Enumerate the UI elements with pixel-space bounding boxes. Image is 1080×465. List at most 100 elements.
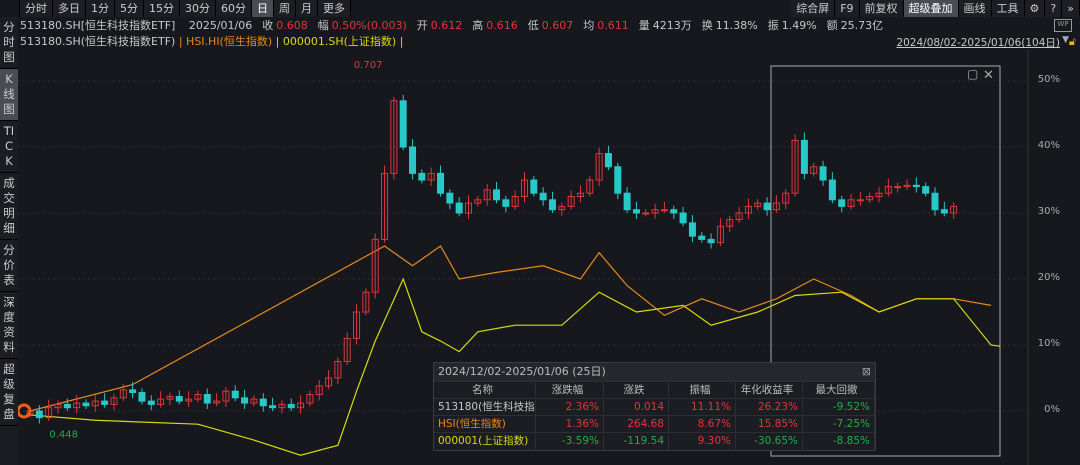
candle-body: [940, 209, 948, 214]
candle-body: [670, 209, 678, 214]
sidebar-tab-label: 成交明细: [3, 176, 15, 235]
candle-body: [147, 400, 155, 405]
high-label: 高: [472, 19, 484, 32]
sidebar-tab-kline[interactable]: K线图: [0, 69, 18, 121]
period-tab[interactable]: 多日: [53, 0, 86, 17]
period-tab[interactable]: 日: [252, 0, 274, 17]
row-name: 513180(恒生科技指数: [434, 398, 536, 415]
cell-value: 264.68: [604, 415, 669, 432]
lock-icon[interactable]: 🔓︎: [1069, 35, 1076, 49]
close-icon[interactable]: ⊠: [862, 365, 871, 378]
candle-body: [894, 186, 902, 189]
sidebar-tab-replay[interactable]: 超级复盘: [0, 359, 18, 426]
period-tab[interactable]: 5分: [115, 0, 144, 17]
wp-icon[interactable]: WP: [1054, 19, 1072, 32]
candle-body: [82, 402, 90, 407]
period-tab[interactable]: 1分: [86, 0, 115, 17]
cell-value: 11.11%: [669, 398, 736, 415]
expand-icon[interactable]: »: [1062, 0, 1080, 17]
legend-main[interactable]: 513180.SH(恒生科技指数ETF): [20, 35, 175, 48]
cell-value: -7.25%: [803, 415, 875, 432]
low-label: 低: [527, 19, 539, 32]
sidebar-active-tab-label: K线图: [3, 72, 15, 116]
avg-value: 0.611: [597, 19, 629, 32]
sidebar-tab-price-table[interactable]: 分价表: [0, 240, 18, 292]
high-value: 0.616: [486, 19, 518, 32]
amplitude-value: 1.49%: [781, 19, 817, 32]
tool-button[interactable]: F9: [835, 0, 860, 17]
candle-body: [856, 199, 864, 202]
close-value: 0.608: [276, 19, 308, 32]
candle-body: [259, 398, 267, 407]
candle-body: [455, 202, 463, 214]
candle-body: [437, 172, 445, 194]
gear-icon[interactable]: ⚙: [1024, 0, 1046, 17]
min-price-label: 0.448: [49, 429, 78, 440]
tool-button[interactable]: 超级叠加: [903, 0, 959, 17]
tool-button[interactable]: 工具: [991, 0, 1025, 17]
legend-separator: |: [178, 35, 183, 48]
column-header[interactable]: 最大回撤: [803, 381, 875, 398]
candle-body: [101, 400, 109, 405]
period-toolbar: 分时 多日 1分 5分 15分 30分 60分日周月更多 综合屏 F9 前复权 超级叠加 画线 工具 ⚙…: [0, 0, 1080, 17]
candle-body: [623, 192, 631, 211]
close-selection-icon[interactable]: ✕: [983, 68, 994, 83]
sidebar-tab-label: 超级复盘: [3, 362, 15, 421]
column-header[interactable]: 涨跌: [604, 381, 669, 398]
amplitude-label: 振: [767, 19, 779, 32]
volume-label: 量: [638, 19, 650, 32]
maximize-icon[interactable]: ▢: [967, 67, 978, 81]
sidebar-tab-label: TICK: [3, 124, 15, 168]
period-tab[interactable]: 分时: [20, 0, 53, 17]
period-tab[interactable]: 30分: [180, 0, 216, 17]
cell-value: 26.23%: [736, 398, 803, 415]
date: 2025/01/06: [188, 19, 253, 32]
candle-body: [763, 202, 771, 211]
row-name: 000001(上证指数): [434, 432, 536, 449]
sidebar-tab-depth[interactable]: 深度资料: [0, 292, 18, 359]
cell-value: 0.014: [604, 398, 669, 415]
legend-hsi[interactable]: HSI.HI(恒生指数): [186, 35, 272, 48]
date-range-selector[interactable]: 2024/08/02-2025/01/06(104日): [896, 35, 1060, 50]
period-tab[interactable]: 周: [274, 0, 296, 17]
period-tab[interactable]: 更多: [318, 0, 351, 17]
tool-button[interactable]: 画线: [958, 0, 992, 17]
low-value: 0.607: [541, 19, 574, 32]
open-value: 0.612: [430, 19, 463, 32]
candle-body: [493, 189, 500, 201]
tool-button[interactable]: 综合屏: [791, 0, 836, 17]
sidebar-tab-label: 分价表: [3, 243, 15, 287]
y-tick-label: 40%: [1037, 140, 1060, 151]
tool-button[interactable]: 前复权: [859, 0, 904, 17]
toolbar-spacer: [0, 0, 20, 17]
period-tab[interactable]: 60分: [216, 0, 252, 17]
overlay-legend: 513180.SH(恒生科技指数ETF) | HSI.HI(恒生指数) | 00…: [20, 34, 403, 50]
candle-body: [614, 166, 622, 194]
candle-body: [175, 395, 183, 402]
help-icon[interactable]: ?: [1045, 0, 1063, 17]
candle-body: [698, 235, 706, 240]
column-header[interactable]: 振幅: [669, 381, 736, 398]
candle-body: [418, 172, 426, 181]
candle-body: [138, 392, 146, 402]
candle-body: [63, 403, 71, 409]
candle-body: [931, 192, 939, 211]
cell-value: 15.85%: [736, 415, 803, 432]
sidebar-tab-trades[interactable]: 成交明细: [0, 173, 18, 240]
cell-value: 2.36%: [536, 398, 604, 415]
column-header[interactable]: 年化收益率: [736, 381, 803, 398]
sidebar-tab-tick[interactable]: TICK: [0, 121, 18, 173]
candle-body: [530, 179, 538, 194]
column-header[interactable]: 涨跌幅: [536, 381, 604, 398]
column-header[interactable]: 名称: [434, 381, 536, 398]
period-tab[interactable]: 月: [296, 0, 318, 17]
stats-title: 2024/12/02-2025/01/06 (25日): [434, 363, 875, 381]
sidebar-tab-label: 分时图: [3, 20, 15, 64]
legend-sh[interactable]: 000001.SH(上证指数): [283, 35, 396, 48]
period-tabs: 分时 多日 1分 5分 15分 30分 60分日周月更多: [20, 0, 351, 17]
candle-body: [819, 166, 827, 181]
sidebar-tab-timeshare[interactable]: 分时图: [0, 17, 18, 69]
candle-body: [548, 199, 556, 211]
candle-body: [922, 186, 930, 194]
period-tab[interactable]: 15分: [144, 0, 180, 17]
